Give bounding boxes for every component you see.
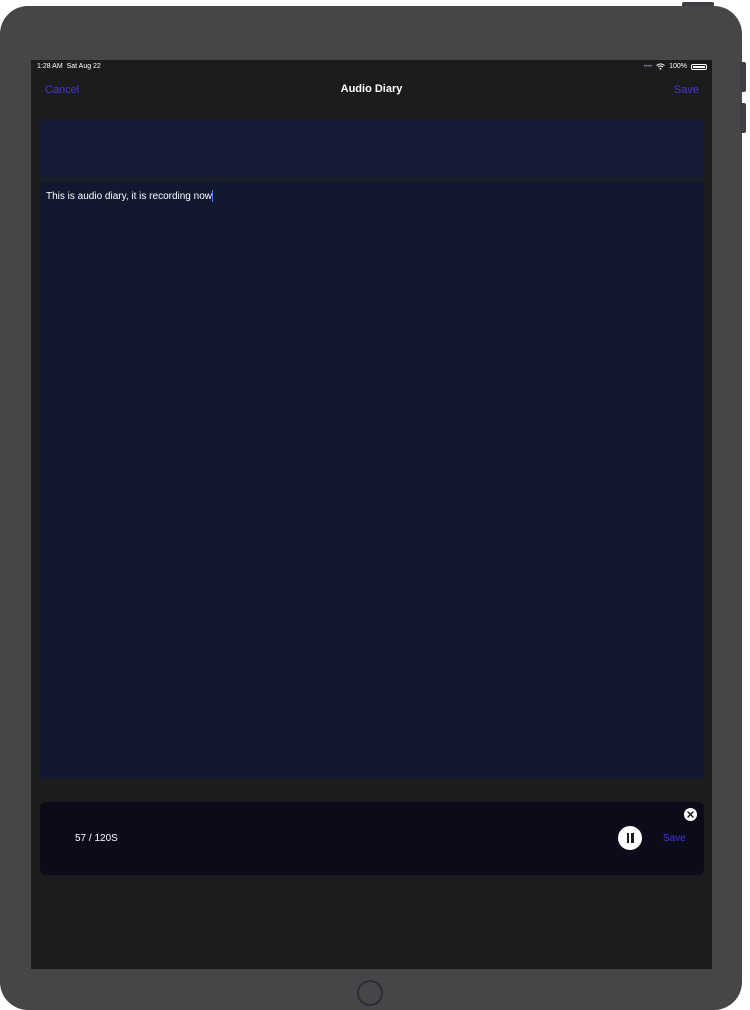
diary-text: This is audio diary, it is recording now: [46, 190, 213, 202]
status-time-date: 1:28 AM Sat Aug 22: [37, 63, 101, 70]
pause-icon-bar: [631, 833, 634, 843]
page-title: Audio Diary: [340, 83, 403, 95]
recorder-panel: 57 / 120S Save: [40, 802, 704, 875]
status-time: 1:28 AM: [37, 63, 63, 70]
text-cursor: [212, 190, 213, 202]
status-date: Sat Aug 22: [66, 63, 101, 70]
status-indicators: •••• 100%: [644, 63, 707, 70]
recorder-save-button[interactable]: Save: [663, 833, 686, 844]
divider: [40, 178, 704, 181]
signal-dots-icon: ••••: [643, 63, 653, 70]
diary-text-area[interactable]: This is audio diary, it is recording now: [40, 182, 704, 778]
status-bar: 1:28 AM Sat Aug 22 •••• 100%: [31, 60, 712, 74]
pause-icon: [626, 833, 629, 843]
diary-text-value: This is audio diary, it is recording now: [46, 190, 212, 202]
close-icon: [687, 811, 694, 818]
battery-icon: [691, 63, 707, 70]
volume-up-button: [740, 62, 746, 92]
app-screen: 1:28 AM Sat Aug 22 •••• 100% Cancel Audi…: [31, 60, 712, 969]
volume-down-button: [740, 103, 746, 133]
home-button: [357, 980, 383, 1006]
recording-progress: 57 / 120S: [75, 833, 118, 844]
pause-button[interactable]: [618, 826, 642, 850]
title-field[interactable]: [40, 120, 704, 180]
wifi-icon: [656, 63, 665, 70]
navigation-bar: Cancel Audio Diary Save: [31, 74, 712, 110]
close-recorder-button[interactable]: [684, 808, 697, 821]
save-button[interactable]: Save: [674, 84, 699, 96]
battery-percent: 100%: [669, 63, 687, 70]
